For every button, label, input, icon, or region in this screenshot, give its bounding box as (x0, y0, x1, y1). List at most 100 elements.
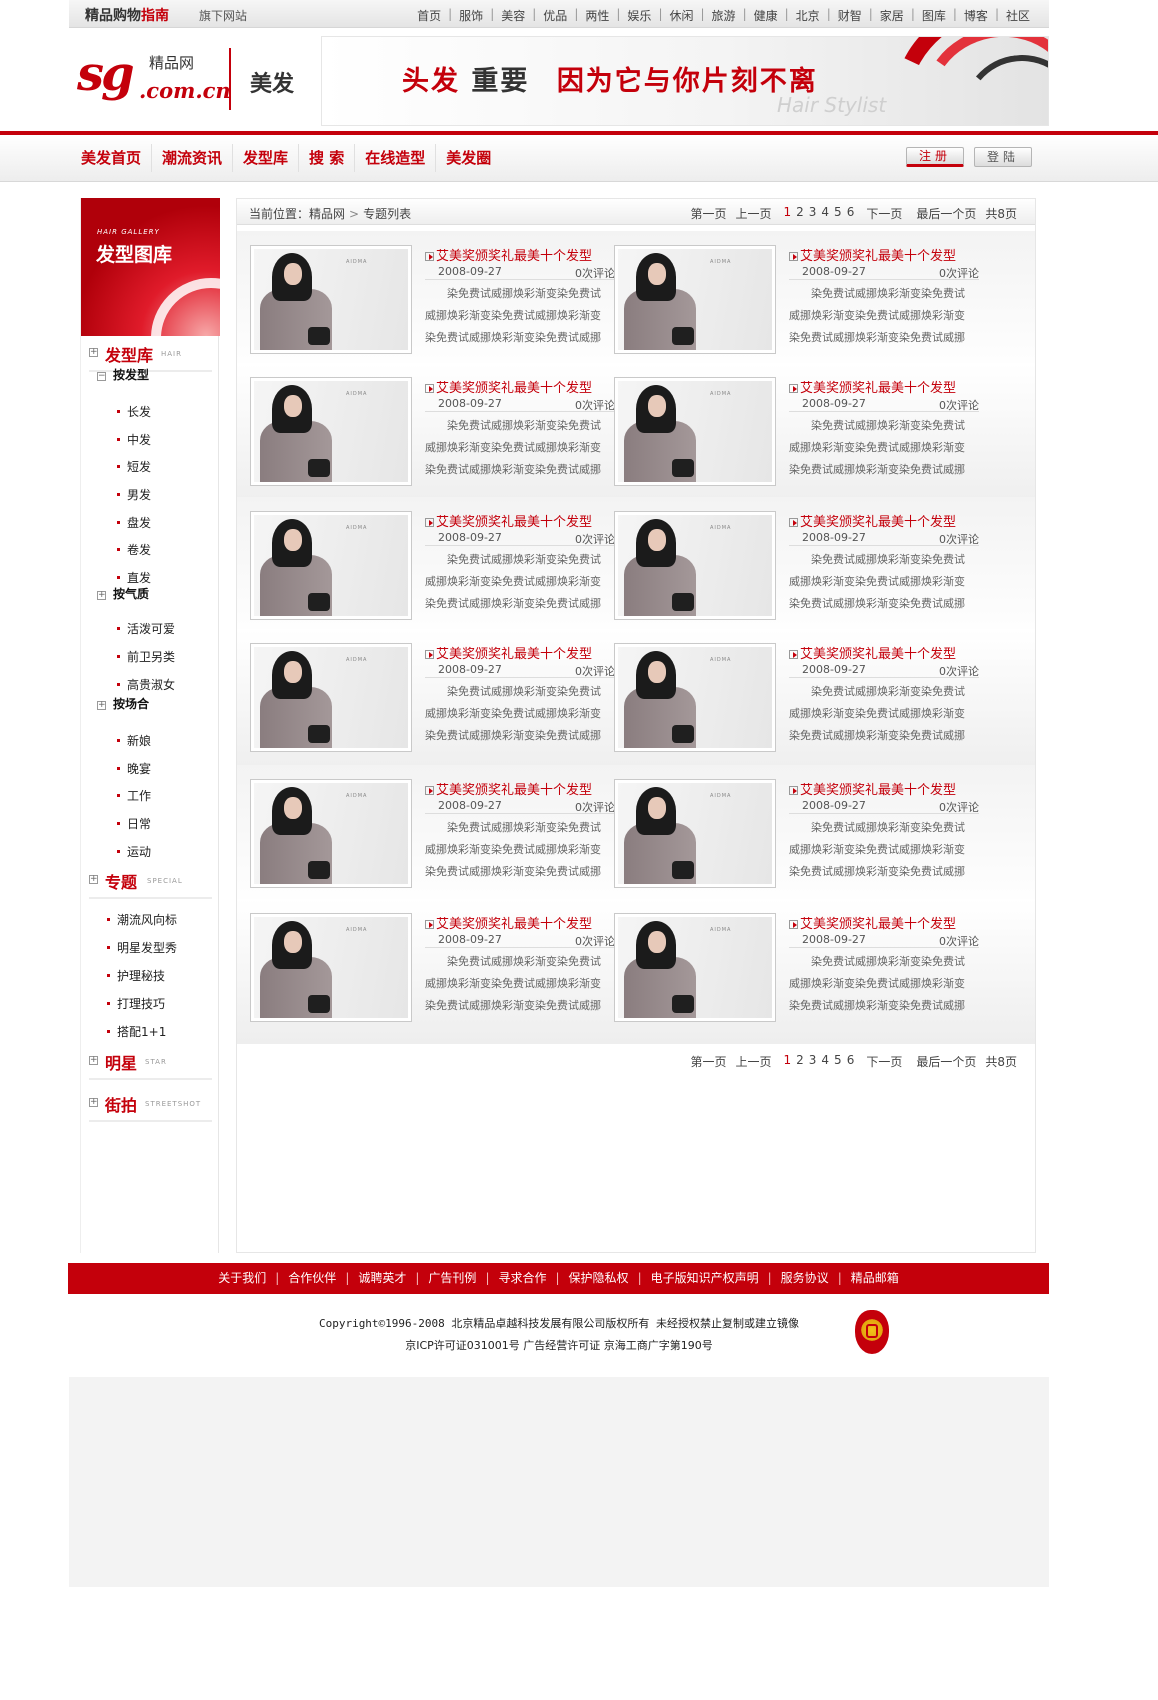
sidebar-link[interactable]: 直发 (117, 569, 151, 586)
article-comments-link[interactable]: 0次评论 (939, 799, 979, 815)
expand-plus-icon[interactable]: + (89, 1056, 98, 1065)
top-nav-item[interactable]: 首页 (410, 7, 448, 24)
top-nav-item[interactable]: 北京 (789, 7, 827, 24)
first-page-link[interactable]: 第一页 (690, 205, 726, 222)
top-nav-item[interactable]: 两性 (578, 7, 616, 24)
register-button[interactable]: 注册 (906, 147, 964, 167)
top-nav-item[interactable]: 社区 (999, 7, 1037, 24)
page-number-link[interactable]: 5 (834, 205, 842, 222)
article-title-link[interactable]: 艾美奖颁奖礼最美十个发型 (425, 511, 615, 530)
sidebar-link[interactable]: 打理技巧 (107, 995, 165, 1012)
header-banner[interactable]: 头发 重要 因为它与你片刻不离 Hair Stylist (321, 36, 1049, 126)
expand-plus-icon[interactable]: + (89, 1098, 98, 1107)
footer-nav-link[interactable]: 诚聘英才 (349, 1271, 415, 1285)
sidebar-group[interactable]: − 按发型 (97, 366, 149, 383)
main-nav-item[interactable]: 美发圈 (436, 144, 501, 172)
article-thumbnail[interactable]: AIDMA (614, 913, 776, 1022)
article-thumbnail[interactable]: AIDMA (614, 511, 776, 620)
main-nav-item[interactable]: 发型库 (233, 144, 300, 172)
sidebar-link[interactable]: 晚宴 (117, 760, 151, 777)
top-nav-item[interactable]: 博客 (957, 7, 995, 24)
main-nav-item[interactable]: 搜 索 (299, 144, 356, 172)
article-comments-link[interactable]: 0次评论 (939, 663, 979, 679)
top-nav-item[interactable]: 健康 (747, 7, 785, 24)
next-page-link[interactable]: 下一页 (866, 205, 902, 222)
footer-nav-link[interactable]: 服务协议 (772, 1271, 838, 1285)
article-thumbnail[interactable]: AIDMA (250, 377, 412, 486)
footer-nav-link[interactable]: 关于我们 (209, 1271, 275, 1285)
next-page-link[interactable]: 下一页 (866, 1053, 902, 1070)
page-number-link[interactable]: 6 (847, 1053, 855, 1070)
article-card[interactable]: AIDMA 艾美奖颁奖礼最美十个发型 2008-09-27 0次评论 染免费试威挪焕彩渐… (237, 511, 621, 621)
top-nav-item[interactable]: 服饰 (452, 7, 490, 24)
sidebar-section[interactable]: + 街拍 STREETSHOT (89, 1086, 212, 1122)
site-brand[interactable]: 精品购物指南 (85, 5, 169, 25)
top-nav-item[interactable]: 家居 (873, 7, 911, 24)
article-thumbnail[interactable]: AIDMA (614, 643, 776, 752)
page-number-link[interactable]: 5 (834, 1053, 842, 1070)
footer-nav-link[interactable]: 精品邮箱 (842, 1271, 908, 1285)
top-nav-item[interactable]: 旅游 (705, 7, 743, 24)
sidebar-link[interactable]: 前卫另类 (117, 648, 175, 665)
expand-plus-icon[interactable]: + (89, 348, 98, 357)
main-nav-item[interactable]: 潮流资讯 (152, 144, 234, 172)
footer-nav-link[interactable]: 寻求合作 (489, 1271, 555, 1285)
sidebar-link[interactable]: 新娘 (117, 732, 151, 749)
top-nav-item[interactable]: 休闲 (662, 7, 700, 24)
page-number-link[interactable]: 4 (821, 205, 829, 222)
top-nav-item[interactable]: 图库 (915, 7, 953, 24)
article-title-link[interactable]: 艾美奖颁奖礼最美十个发型 (789, 643, 979, 662)
sidebar-link[interactable]: 高贵淑女 (117, 676, 175, 693)
article-title-link[interactable]: 艾美奖颁奖礼最美十个发型 (425, 245, 615, 264)
sidebar-link[interactable]: 明星发型秀 (107, 939, 177, 956)
article-thumbnail[interactable]: AIDMA (614, 377, 776, 486)
sidebar-link[interactable]: 日常 (117, 815, 151, 832)
footer-nav-link[interactable]: 保护隐私权 (560, 1271, 638, 1285)
page-number-link[interactable]: 6 (847, 205, 855, 222)
article-comments-link[interactable]: 0次评论 (939, 265, 979, 281)
article-title-link[interactable]: 艾美奖颁奖礼最美十个发型 (789, 779, 979, 798)
article-card[interactable]: AIDMA 艾美奖颁奖礼最美十个发型 2008-09-27 0次评论 染免费试威挪焕彩渐… (237, 913, 621, 1023)
sidebar-link[interactable]: 长发 (117, 403, 151, 420)
article-thumbnail[interactable]: AIDMA (250, 779, 412, 888)
article-title-link[interactable]: 艾美奖颁奖礼最美十个发型 (789, 377, 979, 396)
main-nav-item[interactable]: 在线造型 (355, 144, 437, 172)
article-card[interactable]: AIDMA 艾美奖颁奖礼最美十个发型 2008-09-27 0次评论 染免费试威挪焕彩渐… (237, 779, 621, 889)
top-nav-item[interactable]: 优品 (536, 7, 574, 24)
login-button[interactable]: 登陆 (974, 147, 1032, 167)
article-comments-link[interactable]: 0次评论 (939, 531, 979, 547)
last-page-link[interactable]: 最后一个页 (916, 205, 976, 222)
prev-page-link[interactable]: 上一页 (735, 205, 771, 222)
collapse-minus-icon[interactable]: − (97, 372, 106, 381)
sidebar-link[interactable]: 盘发 (117, 514, 151, 531)
page-number-link[interactable]: 3 (809, 205, 817, 222)
page-number-link[interactable]: 1 (783, 1053, 791, 1070)
sidebar-section[interactable]: + 明星 STAR (89, 1044, 212, 1080)
footer-nav-link[interactable]: 电子版知识产权声明 (642, 1271, 768, 1285)
article-title-link[interactable]: 艾美奖颁奖礼最美十个发型 (425, 377, 615, 396)
article-title-link[interactable]: 艾美奖颁奖礼最美十个发型 (425, 779, 615, 798)
article-title-link[interactable]: 艾美奖颁奖礼最美十个发型 (789, 245, 979, 264)
subsite-link[interactable]: 旗下网站 (199, 7, 247, 24)
article-card[interactable]: AIDMA 艾美奖颁奖礼最美十个发型 2008-09-27 0次评论 染免费试威挪焕彩渐… (237, 245, 621, 355)
article-card[interactable]: AIDMA 艾美奖颁奖礼最美十个发型 2008-09-27 0次评论 染免费试威挪焕彩渐… (601, 643, 985, 753)
sidebar-section[interactable]: + 专题 SPECIAL (89, 863, 212, 899)
top-nav-item[interactable]: 娱乐 (620, 7, 658, 24)
expand-plus-icon[interactable]: + (97, 701, 106, 710)
article-comments-link[interactable]: 0次评论 (939, 397, 979, 413)
page-number-link[interactable]: 4 (821, 1053, 829, 1070)
article-comments-link[interactable]: 0次评论 (939, 933, 979, 949)
site-logo[interactable]: sg 精品网 .com.cn (77, 46, 231, 114)
page-number-link[interactable]: 2 (796, 1053, 804, 1070)
article-thumbnail[interactable]: AIDMA (250, 643, 412, 752)
page-number-link[interactable]: 3 (809, 1053, 817, 1070)
sidebar-group[interactable]: + 按气质 (97, 585, 149, 602)
article-title-link[interactable]: 艾美奖颁奖礼最美十个发型 (425, 913, 615, 932)
breadcrumb-site-link[interactable]: 精品网 (309, 207, 345, 221)
sidebar-link[interactable]: 短发 (117, 458, 151, 475)
sidebar-group[interactable]: + 按场合 (97, 695, 149, 712)
article-thumbnail[interactable]: AIDMA (250, 511, 412, 620)
article-thumbnail[interactable]: AIDMA (614, 779, 776, 888)
sidebar-link[interactable]: 护理秘技 (107, 967, 165, 984)
page-number-link[interactable]: 1 (783, 205, 791, 222)
